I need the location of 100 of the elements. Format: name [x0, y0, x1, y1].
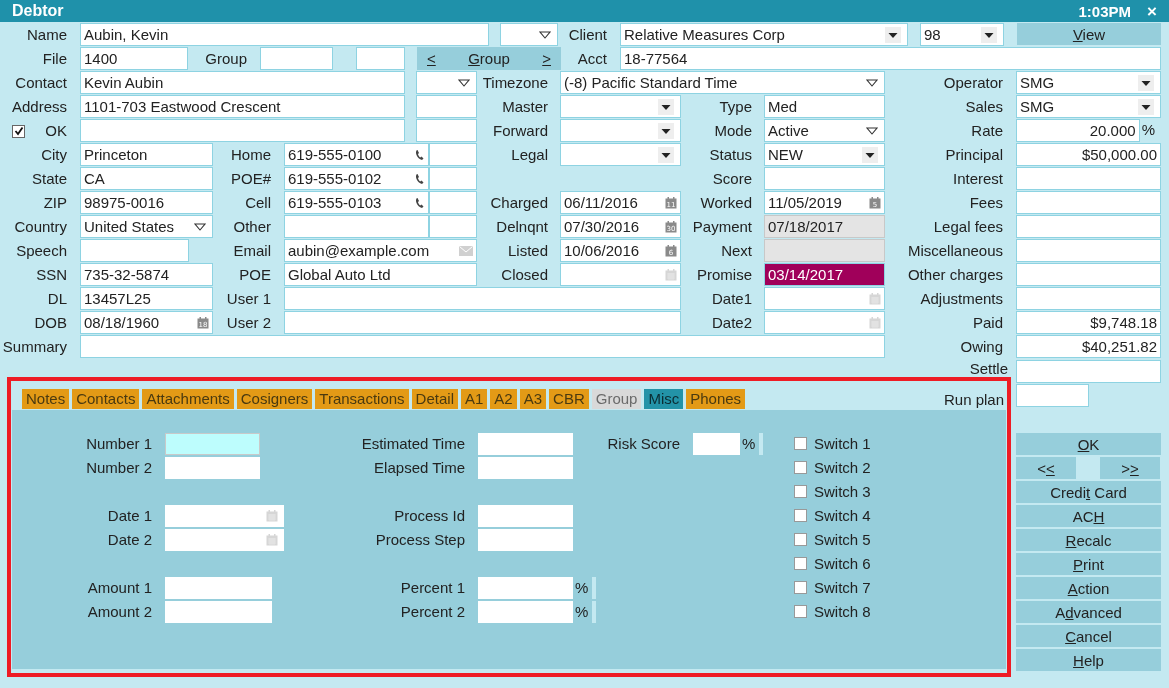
input-field[interactable] — [478, 457, 573, 479]
tab[interactable]: Contacts — [72, 389, 140, 409]
dropdown[interactable]: United States — [80, 215, 213, 238]
tab[interactable]: A1 — [460, 389, 488, 409]
calendar-icon[interactable] — [266, 534, 278, 546]
text-field[interactable] — [429, 143, 477, 166]
tab[interactable]: Phones — [686, 389, 746, 409]
dropdown[interactable] — [560, 95, 681, 118]
text-field[interactable]: 13457L25 — [80, 287, 213, 310]
dropdown[interactable]: Relative Measures Corp — [620, 23, 908, 46]
action-button[interactable]: OK — [1016, 433, 1161, 455]
text-field[interactable] — [764, 167, 885, 190]
dropdown[interactable]: NEW — [764, 143, 885, 166]
date-field[interactable] — [560, 263, 681, 286]
checkbox[interactable] — [12, 124, 25, 138]
run-plan-field[interactable] — [1016, 384, 1089, 407]
amount-field[interactable] — [1016, 215, 1161, 238]
input-field[interactable] — [165, 577, 272, 599]
tab[interactable]: A3 — [519, 389, 547, 409]
amount-field[interactable]: $50,000.00 — [1016, 143, 1161, 166]
dropdown[interactable]: SMG — [1016, 95, 1161, 118]
text-field[interactable] — [429, 167, 477, 190]
amount-field[interactable] — [1016, 167, 1161, 190]
text-field[interactable]: 735-32-5874 — [80, 263, 213, 286]
calendar-icon[interactable] — [869, 292, 881, 305]
text-field[interactable] — [284, 287, 681, 310]
checkbox[interactable] — [794, 485, 807, 498]
text-field[interactable]: 18-77564 — [620, 47, 1161, 70]
input-field[interactable] — [165, 601, 272, 623]
amount-field[interactable] — [1016, 287, 1161, 310]
next-button[interactable]: > — [542, 50, 551, 67]
action-button[interactable]: Credit Card — [1016, 481, 1161, 503]
checkbox[interactable] — [794, 509, 807, 522]
tab[interactable]: Detail — [411, 389, 458, 409]
nav-button[interactable]: >> — [1100, 457, 1160, 479]
date-field[interactable] — [165, 529, 284, 551]
input-field[interactable] — [693, 433, 740, 455]
input-field[interactable] — [478, 505, 573, 527]
rate-field[interactable]: 20.000 — [1016, 119, 1140, 142]
input-field[interactable] — [165, 433, 260, 455]
input-field[interactable] — [478, 577, 573, 599]
tab[interactable]: A2 — [490, 389, 517, 409]
dropdown[interactable]: SMG — [1016, 71, 1161, 94]
dropdown[interactable] — [500, 23, 558, 46]
view-button[interactable]: View — [1017, 23, 1161, 45]
amount-field[interactable] — [1016, 239, 1161, 262]
text-field[interactable] — [284, 311, 681, 334]
checkbox[interactable] — [794, 605, 807, 618]
text-field[interactable] — [416, 95, 477, 118]
text-field[interactable]: Aubin, Kevin — [80, 23, 489, 46]
checkbox[interactable] — [794, 581, 807, 594]
tab[interactable]: Transactions — [315, 389, 409, 409]
dropdown[interactable] — [560, 119, 681, 142]
text-field[interactable] — [80, 239, 189, 262]
calendar-icon[interactable] — [665, 268, 677, 281]
checkbox[interactable] — [794, 557, 807, 570]
calendar-icon[interactable] — [266, 510, 278, 522]
date-field[interactable] — [764, 287, 885, 310]
text-field[interactable]: Global Auto Ltd — [284, 263, 477, 286]
action-button[interactable]: Print — [1016, 553, 1161, 575]
text-field[interactable] — [80, 119, 405, 142]
input-field[interactable] — [478, 433, 573, 455]
action-button[interactable]: Help — [1016, 649, 1161, 671]
dropdown[interactable]: Active — [764, 119, 885, 142]
envelope-icon[interactable] — [459, 245, 473, 256]
nav-button[interactable]: << — [1016, 457, 1076, 479]
amount-field[interactable] — [1016, 263, 1161, 286]
dropdown[interactable]: (-8) Pacific Standard Time — [560, 71, 885, 94]
phone-field[interactable]: 619-555-0100 — [284, 143, 429, 166]
phone-icon[interactable] — [415, 196, 425, 209]
text-field[interactable] — [356, 47, 405, 70]
group-button[interactable]: Group — [468, 50, 510, 67]
previous-button[interactable]: < — [427, 50, 436, 67]
close-button[interactable]: × — [1145, 2, 1159, 20]
dropdown[interactable] — [416, 71, 477, 94]
phone-icon[interactable] — [415, 172, 425, 185]
text-field[interactable]: 98975-0016 — [80, 191, 213, 214]
input-field[interactable] — [165, 457, 260, 479]
date-field[interactable]: 03/14/2017 — [764, 263, 885, 286]
text-field[interactable] — [284, 215, 429, 238]
text-field[interactable] — [260, 47, 333, 70]
tab[interactable]: Notes — [22, 389, 70, 409]
dropdown[interactable]: 98 — [920, 23, 1004, 46]
action-button[interactable]: Advanced — [1016, 601, 1161, 623]
text-field[interactable]: Kevin Aubin — [80, 71, 405, 94]
phone-field[interactable]: 619-555-0102 — [284, 167, 429, 190]
checkbox[interactable] — [794, 533, 807, 546]
tab[interactable]: CBR — [549, 389, 589, 409]
tab[interactable]: Misc — [644, 389, 684, 409]
input-field[interactable] — [478, 529, 573, 551]
phone-field[interactable]: 619-555-0103 — [284, 191, 429, 214]
amount-field[interactable]: $9,748.18 — [1016, 311, 1161, 334]
input-field[interactable] — [478, 601, 573, 623]
action-button[interactable]: ACH — [1016, 505, 1161, 527]
settle-field[interactable] — [1016, 360, 1161, 383]
text-field[interactable] — [429, 191, 477, 214]
calendar-icon[interactable] — [869, 316, 881, 329]
phone-icon[interactable] — [415, 148, 425, 161]
text-field[interactable] — [416, 119, 477, 142]
tab[interactable]: Cosigners — [236, 389, 313, 409]
